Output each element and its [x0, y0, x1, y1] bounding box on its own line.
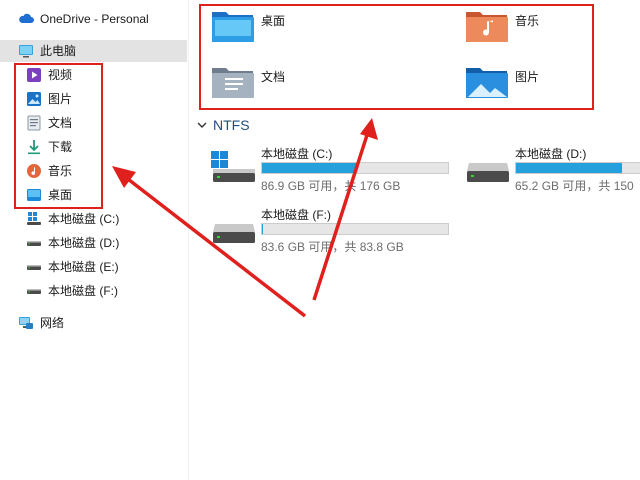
drive-name: 本地磁盘 (D:)	[515, 147, 587, 161]
monitor-icon	[18, 43, 34, 59]
sidebar-item-videos[interactable]: 视频	[0, 64, 187, 86]
sidebar-item-documents[interactable]: 文档	[0, 112, 187, 134]
folder-pictures[interactable]: 图片	[465, 64, 539, 108]
downloads-icon	[26, 139, 42, 155]
documents-icon	[26, 115, 42, 131]
sidebar-item-drive-d[interactable]: 本地磁盘 (D:)	[0, 232, 187, 254]
documents-folder-icon	[211, 64, 255, 100]
drive-usage-bar	[261, 223, 449, 235]
windows-drive-icon	[26, 211, 42, 227]
drive-info: 83.6 GB 可用，共 83.8 GB	[261, 240, 404, 254]
desktop-folder-icon	[211, 8, 255, 44]
sidebar-item-desktop[interactable]: 桌面	[0, 184, 187, 206]
drive-tile-f[interactable]: 本地磁盘 (F:) 83.6 GB 可用，共 83.8 GB	[211, 206, 451, 256]
content-pane: 桌面 音乐 文档 图片 NTFS 本地磁盘 (C:) 86.9 GB 可用，共 …	[189, 0, 640, 480]
folder-desktop[interactable]: 桌面	[211, 8, 285, 52]
drive-usage-bar	[515, 162, 640, 174]
folder-label: 音乐	[515, 14, 540, 28]
desktop-icon	[26, 187, 42, 203]
drive-icon	[211, 212, 257, 248]
sidebar-item-network[interactable]: 网络	[0, 312, 187, 334]
drive-usage-fill	[262, 163, 357, 173]
sidebar-item-label: 音乐	[48, 164, 73, 178]
chevron-down-icon	[197, 122, 207, 128]
folder-label: 桌面	[261, 14, 286, 28]
sidebar-item-onedrive[interactable]: OneDrive - Personal	[0, 8, 187, 30]
drive-name: 本地磁盘 (F:)	[261, 208, 331, 222]
folder-music[interactable]: 音乐	[465, 8, 539, 52]
pictures-folder-icon	[465, 64, 509, 100]
music-icon	[26, 163, 42, 179]
drive-usage-fill	[262, 224, 263, 234]
drive-icon	[26, 235, 42, 251]
sidebar-item-music[interactable]: 音乐	[0, 160, 187, 182]
drive-info: 65.2 GB 可用，共 150	[515, 179, 634, 193]
cloud-icon	[18, 11, 34, 27]
navigation-pane: OneDrive - Personal 此电脑 视频 图片 文档 下载 音乐 桌…	[0, 0, 187, 480]
sidebar-item-label: 图片	[48, 92, 73, 106]
sidebar-item-label: 本地磁盘 (E:)	[48, 260, 119, 274]
folder-label: 文档	[261, 70, 286, 84]
drive-info: 86.9 GB 可用，共 176 GB	[261, 179, 401, 193]
drive-icon	[26, 283, 42, 299]
music-folder-icon	[465, 8, 509, 44]
sidebar-item-label: 网络	[40, 316, 65, 330]
drive-tile-c[interactable]: 本地磁盘 (C:) 86.9 GB 可用，共 176 GB	[211, 145, 451, 195]
sidebar-item-label: 本地磁盘 (C:)	[48, 212, 120, 226]
drive-tile-d[interactable]: 本地磁盘 (D:) 65.2 GB 可用，共 150	[465, 145, 640, 195]
folder-label: 图片	[515, 70, 540, 84]
video-icon	[26, 67, 42, 83]
network-icon	[18, 315, 34, 331]
drive-name: 本地磁盘 (C:)	[261, 147, 333, 161]
sidebar-item-label: 桌面	[48, 188, 73, 202]
sidebar-item-downloads[interactable]: 下载	[0, 136, 187, 158]
sidebar-item-drive-f[interactable]: 本地磁盘 (F:)	[0, 280, 187, 302]
sidebar-item-label: OneDrive - Personal	[40, 12, 149, 26]
folder-documents[interactable]: 文档	[211, 64, 285, 108]
sidebar-item-this-pc[interactable]: 此电脑	[0, 40, 187, 62]
sidebar-item-label: 本地磁盘 (D:)	[48, 236, 120, 250]
pictures-icon	[26, 91, 42, 107]
drive-icon	[465, 151, 511, 187]
sidebar-item-label: 视频	[48, 68, 73, 82]
drive-usage-fill	[516, 163, 623, 173]
sidebar-item-label: 下载	[48, 140, 73, 154]
section-header-ntfs[interactable]: NTFS	[197, 117, 250, 133]
sidebar-item-label: 本地磁盘 (F:)	[48, 284, 118, 298]
drive-usage-bar	[261, 162, 449, 174]
windows-drive-icon	[211, 151, 257, 187]
sidebar-item-drive-e[interactable]: 本地磁盘 (E:)	[0, 256, 187, 278]
sidebar-item-label: 此电脑	[40, 44, 77, 58]
sidebar-item-pictures[interactable]: 图片	[0, 88, 187, 110]
sidebar-item-label: 文档	[48, 116, 73, 130]
section-title: NTFS	[213, 117, 250, 133]
sidebar-item-drive-c[interactable]: 本地磁盘 (C:)	[0, 208, 187, 230]
drive-icon	[26, 259, 42, 275]
